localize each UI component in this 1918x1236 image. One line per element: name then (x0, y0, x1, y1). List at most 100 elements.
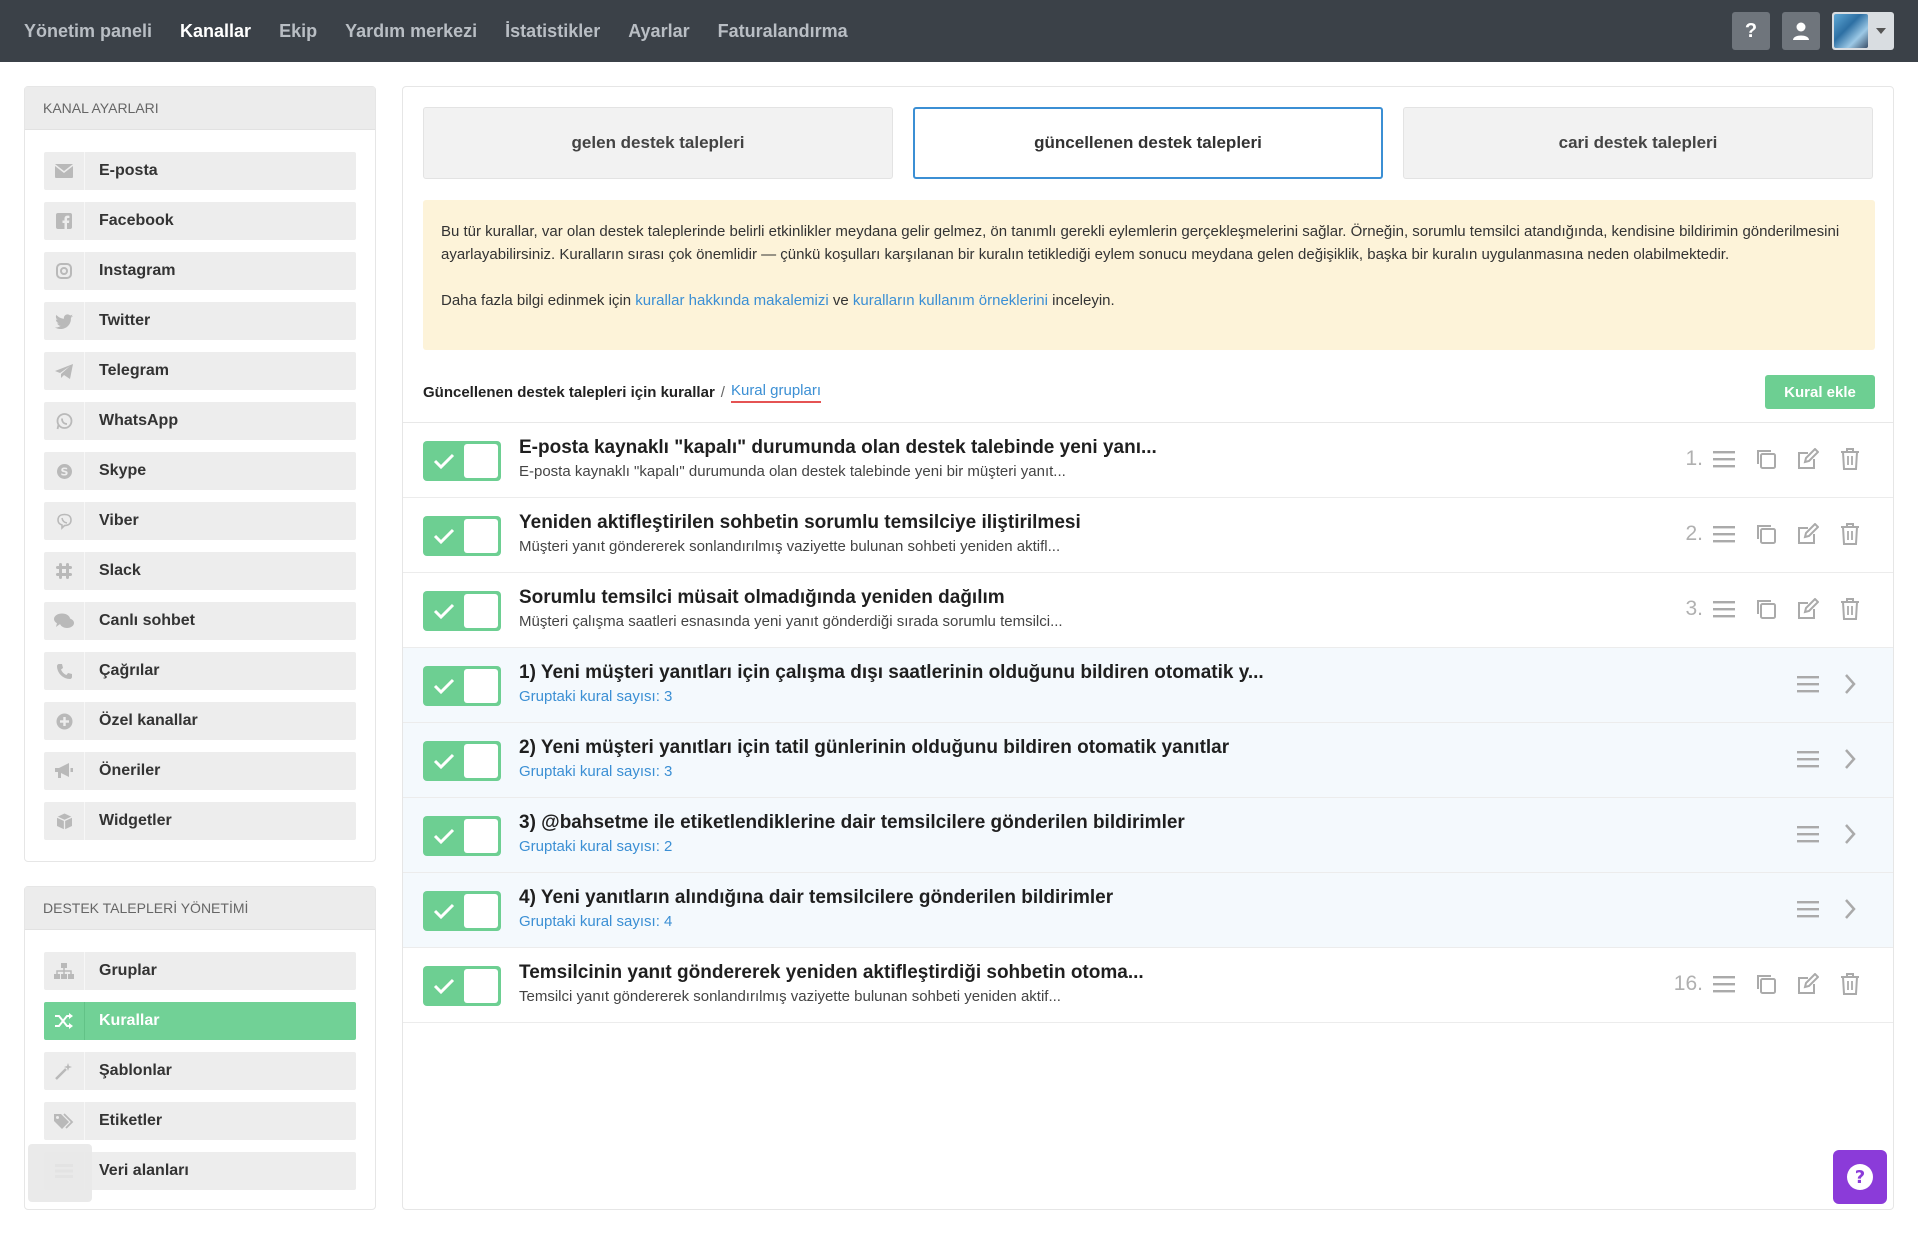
add-rule-button[interactable]: Kural ekle (1765, 375, 1875, 409)
sidebar-item-live-chat[interactable]: Canlı sohbet (44, 602, 356, 640)
nav-team[interactable]: Ekip (279, 21, 317, 42)
rule-row[interactable]: E-posta kaynaklı "kapalı" durumunda olan… (403, 423, 1893, 498)
rule-enabled-toggle[interactable] (423, 591, 501, 631)
edit-icon[interactable] (1795, 445, 1821, 473)
trash-icon[interactable] (1837, 595, 1863, 623)
edit-icon[interactable] (1795, 595, 1821, 623)
drag-handle-icon[interactable] (1795, 895, 1821, 923)
chevron-right-icon[interactable] (1837, 670, 1863, 698)
notice-more-prefix: Daha fazla bilgi edinmek için (441, 292, 632, 309)
rule-title[interactable]: Yeniden aktifleştirilen sohbetin sorumlu… (519, 512, 1081, 534)
rules-examples-link[interactable]: kuralların kullanım örneklerini (853, 292, 1048, 309)
svg-text:?: ? (1855, 1167, 1865, 1188)
edit-icon[interactable] (1795, 970, 1821, 998)
drag-handle-icon[interactable] (1711, 595, 1737, 623)
drag-handle-icon[interactable] (1711, 520, 1737, 548)
sidebar-item-calls[interactable]: Çağrılar (44, 652, 356, 690)
copy-icon[interactable] (1753, 970, 1779, 998)
group-title[interactable]: 4) Yeni yanıtların alındığına dair temsi… (519, 887, 1113, 909)
tab-current-tickets[interactable]: cari destek talepleri (1403, 107, 1873, 179)
nav-billing[interactable]: Faturalandırma (718, 21, 848, 42)
notice-suffix: inceleyin. (1052, 292, 1115, 309)
sidebar-item-instagram[interactable]: Instagram (44, 252, 356, 290)
rule-group-row[interactable]: 4) Yeni yanıtların alındığına dair temsi… (403, 873, 1893, 948)
group-title[interactable]: 3) @bahsetme ile etiketlendiklerine dair… (519, 812, 1185, 834)
group-title[interactable]: 1) Yeni müşteri yanıtları için çalışma d… (519, 662, 1264, 684)
trash-icon[interactable] (1837, 520, 1863, 548)
rule-enabled-toggle[interactable] (423, 441, 501, 481)
edit-icon[interactable] (1795, 520, 1821, 548)
sidebar-item-custom-channels[interactable]: Özel kanallar (44, 702, 356, 740)
sidebar-item-facebook[interactable]: Facebook (44, 202, 356, 240)
sidebar-item-viber[interactable]: Viber (44, 502, 356, 540)
sidebar-item-skype[interactable]: S Skype (44, 452, 356, 490)
rule-title[interactable]: Temsilcinin yanıt göndererek yeniden akt… (519, 962, 1144, 984)
group-rule-count: Gruptaki kural sayısı: 3 (519, 763, 673, 780)
nav-settings[interactable]: Ayarlar (628, 21, 689, 42)
nav-dashboard[interactable]: Yönetim paneli (24, 21, 152, 42)
drag-handle-icon[interactable] (1795, 745, 1821, 773)
group-enabled-toggle[interactable] (423, 891, 501, 931)
sidebar-item-groups[interactable]: Gruplar (44, 952, 356, 990)
drag-handle-icon[interactable] (1795, 820, 1821, 848)
trash-icon[interactable] (1837, 970, 1863, 998)
rule-groups-link[interactable]: Kural grupları (730, 382, 822, 403)
drag-handle-icon[interactable] (1711, 445, 1737, 473)
group-enabled-toggle[interactable] (423, 666, 501, 706)
group-actions (1795, 670, 1863, 698)
group-enabled-toggle[interactable] (423, 816, 501, 856)
sidebar-item-suggestions[interactable]: Öneriler (44, 752, 356, 790)
sidebar-item-templates[interactable]: Şablonlar (44, 1052, 356, 1090)
sidebar-item-email[interactable]: E-posta (44, 152, 356, 190)
sidebar-item-label: Skype (99, 462, 147, 479)
rule-enabled-toggle[interactable] (423, 516, 501, 556)
notice-text: Bu tür kurallar, var olan destek taleple… (441, 223, 1840, 263)
help-chat-button[interactable]: ? (1833, 1150, 1887, 1204)
rule-title[interactable]: E-posta kaynaklı "kapalı" durumunda olan… (519, 437, 1157, 459)
trash-icon[interactable] (1837, 445, 1863, 473)
chevron-right-icon[interactable] (1837, 820, 1863, 848)
nav-help-center[interactable]: Yardım merkezi (345, 21, 477, 42)
rule-enabled-toggle[interactable] (423, 966, 501, 1006)
rule-row[interactable]: Yeniden aktifleştirilen sohbetin sorumlu… (403, 498, 1893, 573)
nav-channels[interactable]: Kanallar (180, 21, 251, 42)
rule-actions: 16. (1674, 970, 1863, 998)
drag-handle-icon[interactable] (1711, 970, 1737, 998)
sidebar-item-widgets[interactable]: Widgetler (44, 802, 356, 840)
profile-button[interactable] (1782, 12, 1820, 50)
chevron-right-icon[interactable] (1837, 895, 1863, 923)
chevron-right-icon[interactable] (1837, 745, 1863, 773)
avatar (1834, 14, 1868, 48)
rule-title[interactable]: Sorumlu temsilci müsait olmadığında yeni… (519, 587, 1005, 609)
account-menu-button[interactable] (1832, 12, 1894, 50)
drag-handle-icon[interactable] (1795, 670, 1821, 698)
sidebar-item-tags[interactable]: Etiketler (44, 1102, 356, 1140)
group-enabled-toggle[interactable] (423, 741, 501, 781)
tab-incoming-tickets[interactable]: gelen destek talepleri (423, 107, 893, 179)
copy-icon[interactable] (1753, 445, 1779, 473)
nav-statistics[interactable]: İstatistikler (505, 21, 600, 42)
channel-settings-heading: KANAL AYARLARI (25, 87, 375, 130)
sidebar-item-whatsapp[interactable]: WhatsApp (44, 402, 356, 440)
sidebar-item-slack[interactable]: Slack (44, 552, 356, 590)
sidebar-item-twitter[interactable]: Twitter (44, 302, 356, 340)
envelope-icon (44, 152, 85, 190)
sidebar-item-label: Slack (99, 562, 141, 579)
rule-group-row[interactable]: 2) Yeni müşteri yanıtları için tatil gün… (403, 723, 1893, 798)
top-navbar: Yönetim paneli Kanallar Ekip Yardım merk… (0, 0, 1918, 62)
group-title[interactable]: 2) Yeni müşteri yanıtları için tatil gün… (519, 737, 1229, 759)
sidebar-item-label: Kurallar (99, 1012, 160, 1029)
check-icon (433, 678, 455, 695)
rule-row[interactable]: Temsilcinin yanıt göndererek yeniden akt… (403, 948, 1893, 1023)
rule-row[interactable]: Sorumlu temsilci müsait olmadığında yeni… (403, 573, 1893, 648)
rules-article-link[interactable]: kurallar hakkında makalemizi (635, 292, 828, 309)
sidebar-item-rules[interactable]: Kurallar (44, 1002, 356, 1040)
help-button[interactable]: ? (1732, 12, 1770, 50)
copy-icon[interactable] (1753, 520, 1779, 548)
copy-icon[interactable] (1753, 595, 1779, 623)
rule-group-row[interactable]: 3) @bahsetme ile etiketlendiklerine dair… (403, 798, 1893, 873)
tab-updated-tickets[interactable]: güncellenen destek talepleri (913, 107, 1383, 179)
sidebar-item-label: E-posta (99, 162, 158, 179)
sidebar-item-telegram[interactable]: Telegram (44, 352, 356, 390)
rule-group-row[interactable]: 1) Yeni müşteri yanıtları için çalışma d… (403, 648, 1893, 723)
